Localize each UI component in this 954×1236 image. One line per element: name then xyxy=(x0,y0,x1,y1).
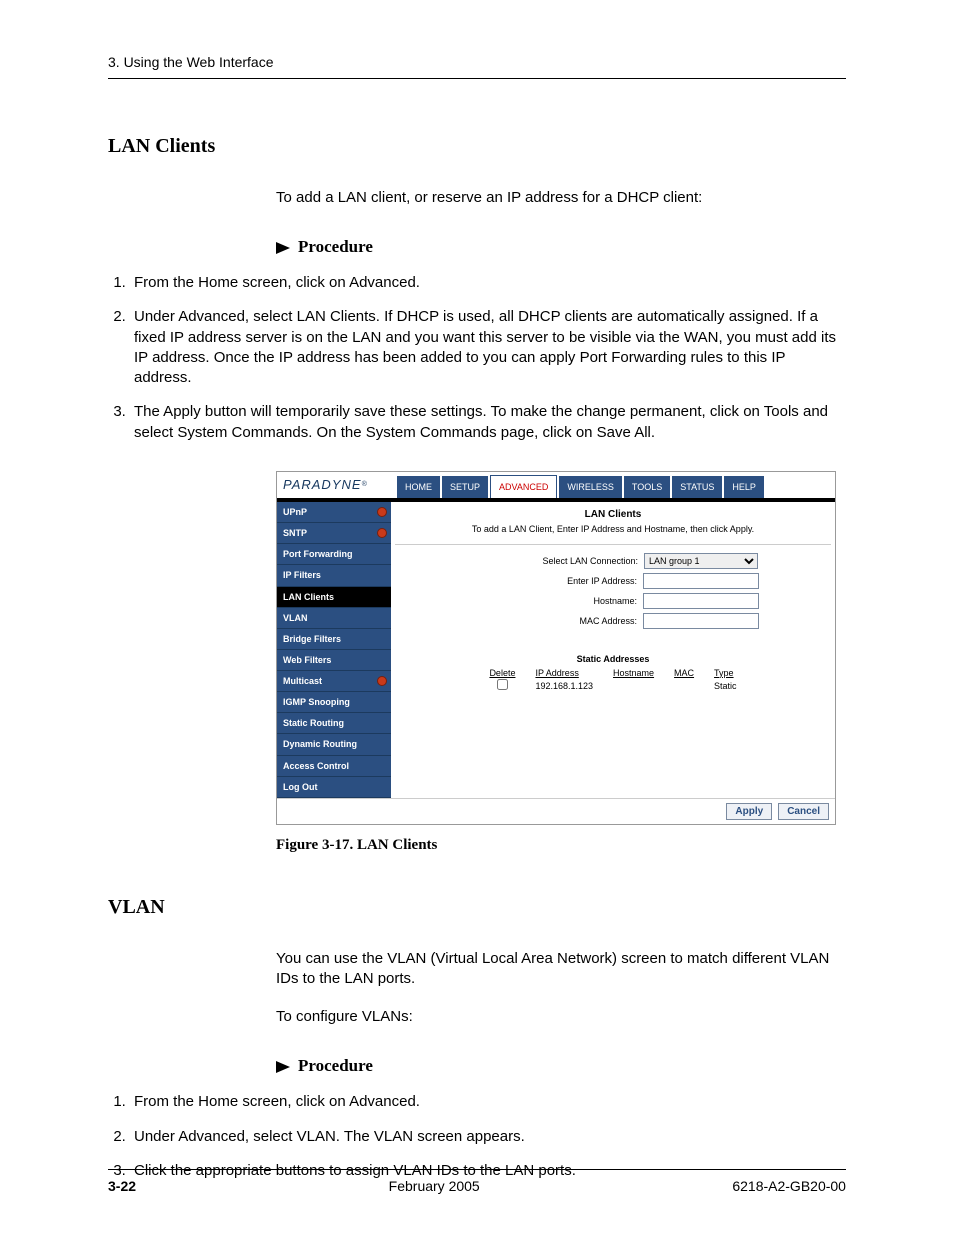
sidebar-item-igmp-snooping[interactable]: IGMP Snooping xyxy=(277,692,391,713)
triangle-right-icon xyxy=(276,242,290,254)
section2-intro1: You can use the VLAN (Virtual Local Area… xyxy=(276,949,846,990)
tab-status[interactable]: STATUS xyxy=(672,476,722,498)
section1-intro: To add a LAN client, or reserve an IP ad… xyxy=(276,188,846,208)
top-tabs: HOMESETUPADVANCEDWIRELESSTOOLSSTATUSHELP xyxy=(397,472,835,498)
delete-checkbox[interactable] xyxy=(497,679,508,690)
tab-home[interactable]: HOME xyxy=(397,476,440,498)
sidebar-item-upnp[interactable]: UPnP xyxy=(277,502,391,523)
section1-step-2: Under Advanced, select LAN Clients. If D… xyxy=(130,307,846,388)
cell-type: Static xyxy=(704,679,747,693)
select-lan-connection-label: Select LAN Connection: xyxy=(468,555,638,567)
sidebar-item-port-forwarding[interactable]: Port Forwarding xyxy=(277,544,391,565)
mac-address-input[interactable] xyxy=(643,613,759,629)
section1-steps: From the Home screen, click on Advanced.… xyxy=(108,273,846,443)
col-delete: Delete xyxy=(479,667,525,679)
sidebar-item-dynamic-routing[interactable]: Dynamic Routing xyxy=(277,734,391,755)
tab-wireless[interactable]: WIRELESS xyxy=(559,476,622,498)
brand-logo: PARADYNE® xyxy=(277,472,397,498)
section2-steps: From the Home screen, click on Advanced.… xyxy=(108,1092,846,1181)
footer-doc-id: 6218-A2-GB20-00 xyxy=(732,1178,846,1194)
hostname-label: Hostname: xyxy=(467,595,637,607)
sidebar-item-web-filters[interactable]: Web Filters xyxy=(277,650,391,671)
apply-button[interactable]: Apply xyxy=(726,803,772,821)
hostname-input[interactable] xyxy=(643,593,759,609)
sidebar-item-multicast[interactable]: Multicast xyxy=(277,671,391,692)
section2-intro2: To configure VLANs: xyxy=(276,1007,846,1027)
section-title-lan-clients: LAN Clients xyxy=(108,135,846,158)
figure-caption: Figure 3-17. LAN Clients xyxy=(276,835,846,855)
section-title-vlan: VLAN xyxy=(108,896,846,919)
sidebar-item-bridge-filters[interactable]: Bridge Filters xyxy=(277,629,391,650)
tab-setup[interactable]: SETUP xyxy=(442,476,488,498)
enter-ip-address-input[interactable] xyxy=(643,573,759,589)
sidebar-item-ip-filters[interactable]: IP Filters xyxy=(277,565,391,586)
panel-subtitle: To add a LAN Client, Enter IP Address an… xyxy=(395,523,831,544)
advanced-sidebar: UPnPSNTPPort ForwardingIP FiltersLAN Cli… xyxy=(277,502,391,798)
procedure-label: Procedure xyxy=(298,1055,373,1078)
sidebar-item-sntp[interactable]: SNTP xyxy=(277,523,391,544)
section2-step-1: From the Home screen, click on Advanced. xyxy=(130,1092,846,1112)
sidebar-item-access-control[interactable]: Access Control xyxy=(277,756,391,777)
select-lan-connection[interactable]: LAN group 1 xyxy=(644,553,758,569)
status-dot-icon xyxy=(377,676,387,686)
footer-date: February 2005 xyxy=(389,1178,480,1194)
col-mac: MAC xyxy=(664,667,704,679)
static-addresses-title: Static Addresses xyxy=(395,653,831,665)
footer-page-number: 3-22 xyxy=(108,1178,136,1194)
cell-hostname xyxy=(603,679,664,693)
procedure-label: Procedure xyxy=(298,236,373,259)
section1-step-3: The Apply button will temporarily save t… xyxy=(130,402,846,443)
tab-help[interactable]: HELP xyxy=(724,476,764,498)
page-footer: 3-22 February 2005 6218-A2-GB20-00 xyxy=(108,1169,846,1194)
status-dot-icon xyxy=(377,528,387,538)
cell-ip: 192.168.1.123 xyxy=(525,679,603,693)
sidebar-item-static-routing[interactable]: Static Routing xyxy=(277,713,391,734)
tab-advanced[interactable]: ADVANCED xyxy=(490,475,557,498)
tab-tools[interactable]: TOOLS xyxy=(624,476,670,498)
col-hostname: Hostname xyxy=(603,667,664,679)
lan-clients-panel: LAN Clients To add a LAN Client, Enter I… xyxy=(391,502,835,798)
triangle-right-icon xyxy=(276,1061,290,1073)
sidebar-item-log-out[interactable]: Log Out xyxy=(277,777,391,798)
sidebar-item-vlan[interactable]: VLAN xyxy=(277,608,391,629)
col-type: Type xyxy=(704,667,747,679)
sidebar-item-lan-clients[interactable]: LAN Clients xyxy=(277,587,391,608)
table-row: 192.168.1.123 Static xyxy=(479,679,746,693)
enter-ip-address-label: Enter IP Address: xyxy=(467,575,637,587)
section1-step-1: From the Home screen, click on Advanced. xyxy=(130,273,846,293)
status-dot-icon xyxy=(377,507,387,517)
cancel-button[interactable]: Cancel xyxy=(778,803,829,821)
section2-step-2: Under Advanced, select VLAN. The VLAN sc… xyxy=(130,1127,846,1147)
panel-title: LAN Clients xyxy=(395,502,831,524)
router-ui-window: PARADYNE® HOMESETUPADVANCEDWIRELESSTOOLS… xyxy=(276,471,836,825)
cell-mac xyxy=(664,679,704,693)
static-addresses-table: Delete IP Address Hostname MAC Type 192.… xyxy=(479,667,746,693)
col-ip-address: IP Address xyxy=(525,667,603,679)
running-header: 3. Using the Web Interface xyxy=(108,54,846,79)
mac-address-label: MAC Address: xyxy=(467,615,637,627)
